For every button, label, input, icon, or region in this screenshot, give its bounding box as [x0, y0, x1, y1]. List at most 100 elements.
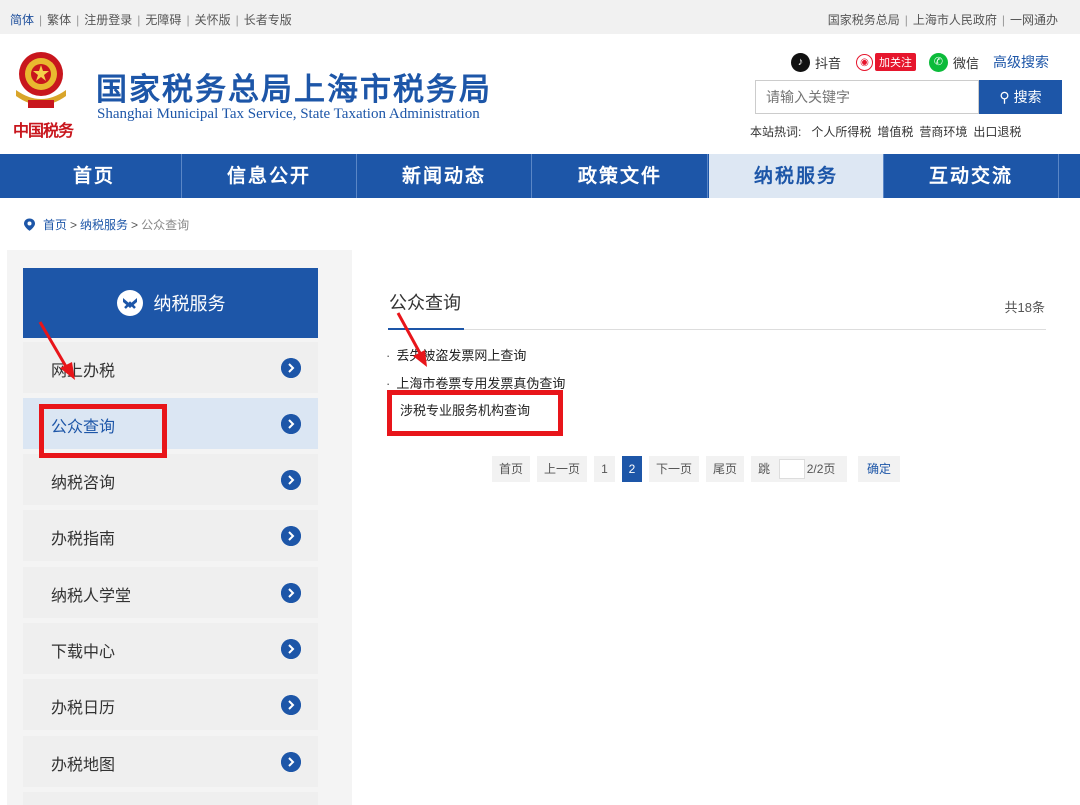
- search-button-label: 搜索: [1013, 89, 1042, 105]
- chevron-right-icon: [281, 526, 301, 546]
- wechat-icon: ✆: [929, 52, 948, 72]
- tiktok-link[interactable]: ♪ 抖音: [791, 52, 841, 72]
- chevron-right-icon: [281, 358, 301, 378]
- weibo-follow-link[interactable]: ◉ 加关注: [856, 52, 916, 72]
- advanced-search-link[interactable]: 高级搜索: [993, 52, 1049, 72]
- annotation-box-list: [387, 390, 563, 436]
- annotation-box-sidebar: [39, 404, 167, 458]
- sidebar-item-tax-consult[interactable]: 纳税咨询: [23, 454, 318, 505]
- main-panel: [352, 250, 1063, 805]
- site-header: 中国税务 国家税务总局上海市税务局 Shanghai Municipal Tax…: [0, 34, 1080, 154]
- sidebar-item-download-center[interactable]: 下载中心: [23, 623, 318, 674]
- sidebar-item-taxpayer-school[interactable]: 纳税人学堂: [23, 567, 318, 618]
- link-one-network[interactable]: 一网通办: [1010, 13, 1058, 27]
- link-accessibility[interactable]: 无障碍: [145, 13, 181, 27]
- divider: |: [235, 13, 239, 27]
- nav-policy[interactable]: 政策文件: [533, 154, 708, 198]
- site-subtitle: Shanghai Municipal Tax Service, State Ta…: [97, 106, 480, 122]
- nav-home[interactable]: 首页: [7, 154, 182, 198]
- top-right-links: 国家税务总局 | 上海市人民政府 | 一网通办: [828, 11, 1058, 28]
- pager-first[interactable]: 首页: [492, 456, 530, 482]
- link-register-login[interactable]: 注册登录: [84, 13, 132, 27]
- link-elder-edition[interactable]: 长者专版: [244, 13, 292, 27]
- tiktok-icon: ♪: [791, 52, 810, 72]
- sidebar-item-label: 纳税咨询: [51, 475, 116, 492]
- sidebar-item-tax-map[interactable]: 办税地图: [23, 736, 318, 787]
- wechat-label: 微信: [953, 55, 980, 71]
- hot-words-label: 本站热词:: [750, 125, 802, 139]
- wechat-link[interactable]: ✆ 微信: [929, 52, 979, 72]
- divider: |: [186, 13, 190, 27]
- search-icon: ⚲: [999, 89, 1014, 105]
- link-traditional[interactable]: 繁体: [47, 13, 71, 27]
- link-sta[interactable]: 国家税务总局: [828, 13, 900, 27]
- breadcrumb-section[interactable]: 纳税服务: [80, 216, 128, 233]
- nav-tax-service[interactable]: 纳税服务: [709, 154, 884, 198]
- chevron-right-icon: [281, 470, 301, 490]
- nav-interaction[interactable]: 互动交流: [884, 154, 1059, 198]
- link-shanghai-gov[interactable]: 上海市人民政府: [913, 13, 997, 27]
- nav-info-disclosure[interactable]: 信息公开: [182, 154, 357, 198]
- hot-word-iit[interactable]: 个人所得税: [811, 125, 871, 139]
- breadcrumb-sep: >: [70, 217, 78, 232]
- divider: |: [39, 13, 43, 27]
- divider: |: [1001, 13, 1005, 27]
- weibo-follow-label: 加关注: [875, 53, 916, 71]
- chevron-right-icon: [281, 583, 301, 603]
- link-care-edition[interactable]: 关怀版: [195, 13, 231, 27]
- sidebar-item-label: 办税日历: [51, 700, 116, 717]
- pager-page-1[interactable]: 1: [594, 456, 615, 482]
- pager-jump-label: 跳: [758, 462, 771, 476]
- sidebar-item-tax-calendar[interactable]: 办税日历: [23, 679, 318, 730]
- hot-word-export-rebate[interactable]: 出口退税: [973, 125, 1021, 139]
- breadcrumb-home[interactable]: 首页: [43, 216, 67, 233]
- sidebar-item-label: 办税指南: [51, 531, 116, 548]
- annotation-arrow-icon: [396, 312, 427, 367]
- hot-word-business-env[interactable]: 营商环境: [919, 125, 967, 139]
- pager-next[interactable]: 下一页: [649, 456, 699, 482]
- tiktok-label: 抖音: [815, 55, 842, 71]
- sidebar-item-partial: [23, 792, 318, 805]
- pager-prev[interactable]: 上一页: [537, 456, 587, 482]
- sidebar-item-tax-guide[interactable]: 办税指南: [23, 510, 318, 561]
- chevron-right-icon: [281, 639, 301, 659]
- nav-news[interactable]: 新闻动态: [357, 154, 532, 198]
- divider: |: [76, 13, 80, 27]
- national-emblem-icon: [16, 52, 66, 108]
- breadcrumb: 首页 > 纳税服务 > 公众查询: [23, 216, 189, 233]
- divider: |: [137, 13, 141, 27]
- pager-jump-input[interactable]: [779, 459, 805, 479]
- sidebar-item-label: 下载中心: [51, 644, 116, 661]
- list-item-title: 上海市卷票专用发票真伪查询: [396, 376, 566, 391]
- hot-words: 本站热词: 个人所得税 增值税 营商环境 出口退税: [750, 123, 1021, 140]
- link-simplified[interactable]: 简体: [10, 13, 34, 27]
- list-bullet: ·: [386, 348, 391, 363]
- location-pin-icon: [24, 218, 35, 231]
- sidebar-item-label: 办税地图: [51, 757, 116, 774]
- chevron-right-icon: [281, 695, 301, 715]
- title-divider: [388, 329, 1046, 330]
- sidebar-item-label: 纳税人学堂: [51, 588, 132, 605]
- pager-confirm-button[interactable]: 确定: [858, 456, 900, 482]
- hot-word-vat[interactable]: 增值税: [877, 125, 913, 139]
- china-tax-logo: 中国税务: [13, 121, 74, 140]
- main-nav: 首页 信息公开 新闻动态 政策文件 纳税服务 互动交流: [0, 154, 1080, 198]
- result-count: 共18条: [1004, 300, 1045, 315]
- annotation-arrow-icon: [38, 321, 75, 380]
- breadcrumb-sep: >: [131, 217, 139, 232]
- top-utility-bar: 简体 | 繁体 | 注册登录 | 无障碍 | 关怀版 | 长者专版 国家税务总局 | 上海市人民政府 | 一…: [0, 0, 1080, 34]
- top-left-links: 简体 | 繁体 | 注册登录 | 无障碍 | 关怀版 | 长者专版: [10, 11, 292, 28]
- site-title[interactable]: 国家税务总局上海市税务局: [96, 64, 492, 109]
- tax-service-icon: [116, 290, 143, 316]
- sidebar-title: 纳税服务: [153, 294, 226, 314]
- search-input[interactable]: [755, 80, 979, 114]
- pager-last[interactable]: 尾页: [706, 456, 744, 482]
- pager-page-2[interactable]: 2: [622, 456, 642, 482]
- breadcrumb-current: 公众查询: [141, 218, 190, 232]
- search-button[interactable]: ⚲ 搜索: [979, 80, 1062, 114]
- weibo-icon: ◉: [856, 53, 873, 71]
- chevron-right-icon: [281, 752, 301, 772]
- pager-page-info: 2/2页: [806, 462, 836, 476]
- chevron-right-icon: [281, 414, 301, 434]
- divider: |: [904, 13, 908, 27]
